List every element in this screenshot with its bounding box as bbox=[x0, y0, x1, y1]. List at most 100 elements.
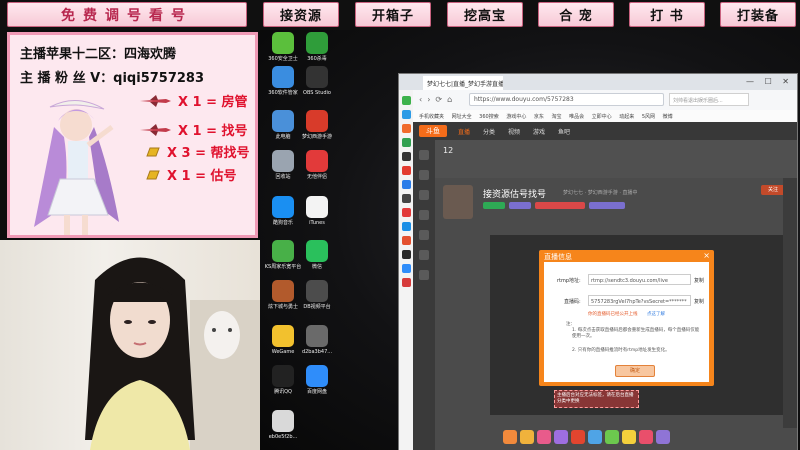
status-badge bbox=[535, 202, 585, 209]
confirm-button[interactable]: 确定 bbox=[615, 365, 655, 377]
sidebar-app-icon[interactable] bbox=[401, 208, 411, 217]
gift-bar bbox=[503, 430, 670, 446]
sidebar-app-icon[interactable] bbox=[401, 124, 411, 133]
gift-row: X 1 = 房管 bbox=[138, 91, 248, 110]
sidebar-app-icon[interactable] bbox=[401, 180, 411, 189]
app-icon[interactable] bbox=[272, 280, 294, 302]
desktop-shortcut[interactable]: 360杀毒 bbox=[297, 32, 337, 62]
gift-icon[interactable] bbox=[588, 430, 602, 444]
avatar[interactable] bbox=[443, 185, 473, 219]
nav-video[interactable]: 视频 bbox=[508, 127, 520, 136]
side-nav-icon[interactable] bbox=[419, 190, 429, 200]
app-icon[interactable] bbox=[306, 32, 328, 54]
dialog-title: 直播信息 bbox=[544, 253, 572, 261]
sidebar-app-icon[interactable] bbox=[401, 110, 411, 119]
app-icon[interactable] bbox=[306, 365, 328, 387]
rtmp-address-field[interactable]: rtmp://sendtc3.douyu.com/live bbox=[588, 274, 691, 285]
hit-books-button: 打 书 bbox=[629, 2, 705, 27]
site-logo[interactable]: 斗鱼 bbox=[419, 125, 447, 137]
gift-icon[interactable] bbox=[605, 430, 619, 444]
desktop-shortcut[interactable]: eb0e5f2b... bbox=[263, 410, 303, 440]
learn-more-link[interactable]: 点这了解 bbox=[647, 311, 665, 317]
sidebar-app-icon[interactable] bbox=[401, 194, 411, 203]
app-icon[interactable] bbox=[272, 196, 294, 218]
app-icon[interactable] bbox=[272, 110, 294, 132]
stream-code-field[interactable]: 5757283rgVeI7hpTe?vsSecret=******* bbox=[588, 295, 691, 306]
app-icon[interactable] bbox=[272, 410, 294, 432]
nav-games[interactable]: 游戏 bbox=[533, 127, 545, 136]
nav-fishbar[interactable]: 鱼吧 bbox=[558, 127, 570, 136]
right-sidebar bbox=[783, 178, 797, 428]
desktop-shortcut-label: 百度网盘 bbox=[306, 389, 327, 395]
gift-icon[interactable] bbox=[639, 430, 653, 444]
sidebar-app-icon[interactable] bbox=[401, 138, 411, 147]
side-nav-icon[interactable] bbox=[419, 270, 429, 280]
side-nav-icon[interactable] bbox=[419, 170, 429, 180]
browser-tab[interactable]: 梦幻七七|直播_梦幻手游直播_斗... bbox=[423, 76, 503, 90]
desktop-shortcut[interactable]: 梦幻西游手游 bbox=[297, 110, 337, 140]
sidebar-app-icon[interactable] bbox=[401, 236, 411, 245]
desktop-shortcut[interactable]: iTunes bbox=[297, 196, 337, 226]
gift-icon[interactable] bbox=[554, 430, 568, 444]
app-icon[interactable] bbox=[272, 240, 294, 262]
gift-icon[interactable] bbox=[622, 430, 636, 444]
live-info-dialog: 直播信息 × rtmp地址: rtmp://sendtc3.douyu.com/… bbox=[539, 250, 714, 386]
app-icon[interactable] bbox=[272, 325, 294, 347]
app-icon[interactable] bbox=[272, 66, 294, 88]
stats-bar: 12 bbox=[435, 140, 797, 178]
sidebar-app-icon[interactable] bbox=[401, 96, 411, 105]
close-icon[interactable]: × bbox=[703, 251, 710, 260]
copy-code-button[interactable]: 复制 bbox=[694, 298, 704, 305]
sidebar-app-icon[interactable] bbox=[401, 250, 411, 259]
side-nav-icon[interactable] bbox=[419, 210, 429, 220]
desktop-shortcut[interactable]: d2ba3b47... bbox=[297, 325, 337, 355]
app-icon[interactable] bbox=[306, 325, 328, 347]
note-line: 1. 每次点击获取直播码后都会重新生成直播码，每个直播码仅能使用一次。 bbox=[572, 328, 700, 339]
desktop-shortcut-label: DB视频平台 bbox=[303, 304, 331, 310]
nav-arrows-icon[interactable]: ‹›⟳⌂ bbox=[419, 95, 457, 104]
url-field[interactable]: https://www.douyu.com/5757283 bbox=[469, 93, 664, 106]
nav-category[interactable]: 分类 bbox=[483, 127, 495, 136]
desktop-shortcut[interactable]: 无他伴侣 bbox=[297, 150, 337, 180]
gift-row: X 3 = 帮找号 bbox=[145, 142, 250, 161]
app-icon[interactable] bbox=[306, 150, 328, 172]
gold-bar-icon bbox=[146, 147, 160, 156]
sidebar-app-icon[interactable] bbox=[401, 278, 411, 287]
stat-number: 12 bbox=[443, 146, 454, 155]
app-icon[interactable] bbox=[306, 196, 328, 218]
nav-live[interactable]: 直播 bbox=[458, 127, 470, 136]
side-nav-icon[interactable] bbox=[419, 250, 429, 260]
tab-bar: 梦幻七七|直播_梦幻手游直播_斗... — ☐ ✕ bbox=[399, 74, 797, 90]
sidebar-app-icon[interactable] bbox=[401, 264, 411, 273]
sidebar-app-icon[interactable] bbox=[401, 152, 411, 161]
gift-icon[interactable] bbox=[520, 430, 534, 444]
streamer-webcam bbox=[0, 240, 260, 450]
copy-rtmp-button[interactable]: 复制 bbox=[694, 277, 704, 284]
app-icon[interactable] bbox=[306, 110, 328, 132]
gold-bar-icon bbox=[146, 170, 160, 179]
gift-icon[interactable] bbox=[571, 430, 585, 444]
gift-icon[interactable] bbox=[656, 430, 670, 444]
app-icon[interactable] bbox=[272, 32, 294, 54]
desktop-shortcut[interactable]: 微信 bbox=[297, 240, 337, 270]
follow-button[interactable]: 关注 bbox=[761, 185, 785, 195]
side-nav-icon[interactable] bbox=[419, 150, 429, 160]
browser-search-input[interactable]: 刘帅看退出娱乐圈后... bbox=[669, 93, 749, 106]
app-icon[interactable] bbox=[306, 280, 328, 302]
app-icon[interactable] bbox=[306, 240, 328, 262]
app-icon[interactable] bbox=[306, 66, 328, 88]
side-nav-icon[interactable] bbox=[419, 230, 429, 240]
gift-icon[interactable] bbox=[503, 430, 517, 444]
bookmarks-bar[interactable]: 手机收藏夹 网址大全 360搜索 游戏中心 京东 淘宝 唯品会 立即中心 动起来… bbox=[413, 110, 797, 122]
sidebar-app-icon[interactable] bbox=[401, 166, 411, 175]
desktop-shortcut[interactable]: DB视频平台 bbox=[297, 280, 337, 310]
fan-line: 主 播 粉 丝 V：qiqi5757283 bbox=[20, 71, 205, 86]
gift-icon[interactable] bbox=[537, 430, 551, 444]
app-icon[interactable] bbox=[272, 365, 294, 387]
sidebar-app-icon[interactable] bbox=[401, 222, 411, 231]
desktop-shortcut[interactable]: OBS Studio bbox=[297, 66, 337, 96]
anime-girl-illustration bbox=[34, 100, 119, 235]
desktop-shortcut[interactable]: 百度网盘 bbox=[297, 365, 337, 395]
app-icon[interactable] bbox=[272, 150, 294, 172]
window-controls[interactable]: — ☐ ✕ bbox=[746, 77, 793, 86]
